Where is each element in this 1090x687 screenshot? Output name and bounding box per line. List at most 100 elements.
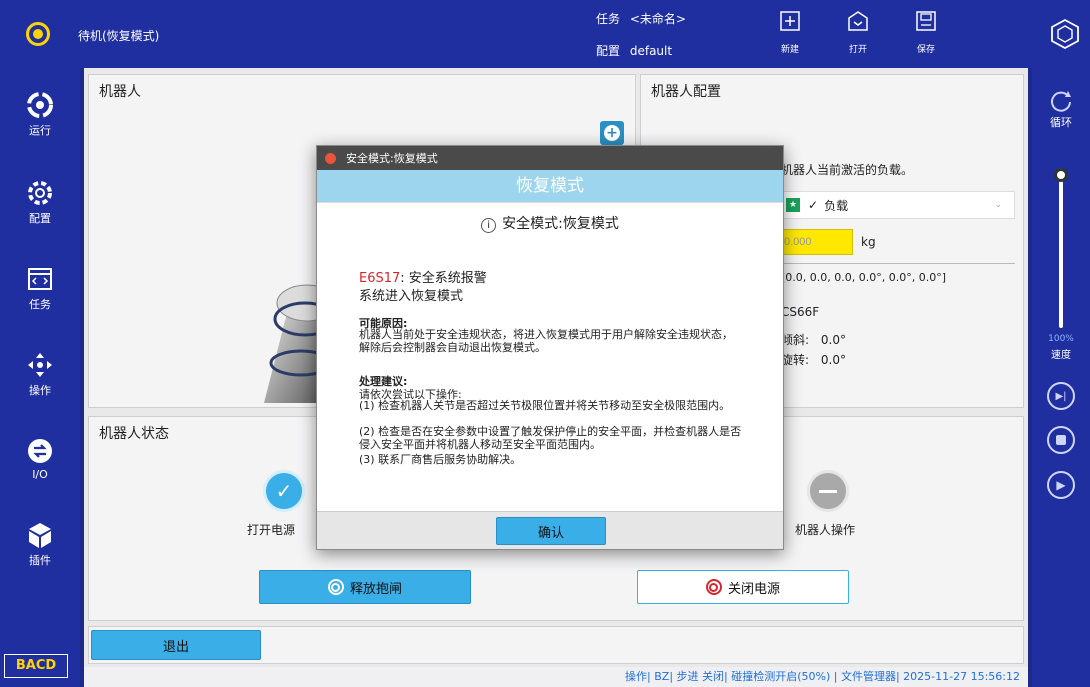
power-off-button[interactable]: 关闭电源 <box>637 570 849 604</box>
robot-model: CS66F <box>781 305 820 319</box>
new-button[interactable]: 新建 <box>768 10 812 55</box>
loop-label: 循环 <box>1050 116 1072 129</box>
exit-label: 退出 <box>162 639 189 655</box>
error-subtitle: 系统进入恢复模式 <box>359 289 464 304</box>
stop-button[interactable] <box>1032 426 1090 454</box>
release-brake-label: 释放抱闸 <box>349 581 402 597</box>
play-icon: ▶ <box>1056 478 1066 492</box>
new-button-label: 新建 <box>780 45 799 55</box>
sidebar-item-label: 任务 <box>29 298 51 311</box>
save-button-label: 保存 <box>916 45 935 55</box>
sidebar-item-label: 操作 <box>29 384 51 397</box>
sidebar-item-label: 配置 <box>29 212 51 225</box>
tilt-value: 0.0° <box>820 333 846 347</box>
release-brake-button[interactable]: 释放抱闸 <box>259 570 471 604</box>
advice-3: (3) 联系厂商售后服务协助解决。 <box>359 453 522 466</box>
speed-slider[interactable] <box>1054 168 1068 328</box>
cause-text: 机器人当前处于安全违规状态，将进入恢复模式用于用户解除安全违规状态，解除后会控制… <box>359 328 733 354</box>
power-on-check-icon[interactable]: ✓ <box>263 470 305 512</box>
robot-op-label: 机器人操作 <box>795 523 856 537</box>
config-divider <box>781 263 1015 264</box>
top-bar: 待机(恢复模式) 任务 <未命名> 配置 default 新建 打开 保存 <box>0 0 1090 68</box>
dialog-titlebar: 安全模式:恢复模式 <box>317 146 783 170</box>
sidebar-item-io[interactable]: I/O <box>0 436 80 481</box>
config-desc: 机器人当前激活的负载。 <box>781 163 914 177</box>
open-file-icon <box>848 11 868 31</box>
stop-icon <box>1056 435 1066 445</box>
config-label: 配置 <box>596 44 621 58</box>
power-on-label: 打开电源 <box>247 523 296 537</box>
confirm-label: 确认 <box>537 525 564 541</box>
play-button[interactable]: ▶ <box>1032 471 1090 499</box>
robot-panel-title: 机器人 <box>99 84 141 100</box>
dialog-banner: 恢复模式 <box>317 170 783 202</box>
dialog-window-title: 安全模式:恢复模式 <box>346 152 438 165</box>
plugin-cube-icon <box>29 523 51 548</box>
right-sidebar: 循环 100% 速度 ▶| ▶ <box>1032 68 1090 687</box>
step-button[interactable]: ▶| <box>1032 382 1090 410</box>
power-off-label: 关闭电源 <box>727 581 780 597</box>
sidebar-item-task[interactable]: 任务 <box>0 264 80 312</box>
rotate-label: 旋转: <box>781 353 810 367</box>
rotate-value: 0.0° <box>820 353 846 367</box>
sidebar-item-plugin[interactable]: 插件 <box>0 520 80 568</box>
payload-selected: 负载 <box>824 198 849 213</box>
status-bar: 操作| BZ| 步进 关闭| 碰撞检测开启(50%) | 文件管理器| 2025… <box>84 667 1028 687</box>
logo-icon <box>1051 18 1079 50</box>
speed-percent: 100% <box>1048 334 1074 344</box>
sidebar-item-run[interactable]: 运行 <box>0 90 80 138</box>
loop-button[interactable]: 循环 <box>1032 88 1090 130</box>
loop-icon <box>1051 91 1071 112</box>
new-file-icon <box>780 11 800 31</box>
confirm-button[interactable]: 确认 <box>496 517 606 545</box>
dialog-heading: i 安全模式:恢复模式 <box>317 213 783 233</box>
info-icon: i <box>481 218 497 233</box>
run-icon <box>27 92 53 118</box>
speed-slider-handle[interactable] <box>1054 168 1068 182</box>
power-off-ring-icon <box>705 579 722 595</box>
mass-unit: kg <box>861 235 876 249</box>
bacd-badge: BACD <box>4 654 68 678</box>
check-icon: ✓ <box>808 198 819 212</box>
dialog-body: i 安全模式:恢复模式 E6S17: 安全系统报警 系统进入恢复模式 可能原因: … <box>317 202 783 512</box>
payload-select[interactable]: ★ ✓ 负载 ⌄ <box>781 191 1015 219</box>
move-arrows-icon <box>28 353 52 377</box>
open-button-label: 打开 <box>848 45 867 55</box>
star-flag-icon: ★ <box>786 198 800 212</box>
task-value[interactable]: <未命名> <box>630 12 686 26</box>
add-view-button[interactable]: + <box>600 121 624 145</box>
left-sidebar: 运行 配置 任务 操作 I/O 插件 BACD <box>0 68 80 687</box>
sidebar-item-label: 插件 <box>29 554 51 567</box>
save-icon <box>916 11 936 31</box>
state-text: 待机(恢复模式) <box>78 29 160 43</box>
error-title: : 安全系统报警 <box>400 271 487 286</box>
status-bar-text[interactable]: 操作| BZ| 步进 关闭| 碰撞检测开启(50%) | 文件管理器| 2025… <box>625 670 1020 683</box>
close-icon[interactable] <box>325 152 336 164</box>
open-button[interactable]: 打开 <box>836 10 880 55</box>
config-value[interactable]: default <box>630 44 672 58</box>
center-of-mass: [0.0, 0.0, 0.0, 0.0°, 0.0°, 0.0°] <box>781 271 947 284</box>
status-panel-title: 机器人状态 <box>99 426 169 442</box>
robot-op-minus-icon[interactable] <box>807 470 849 512</box>
dialog-heading-text: 安全模式:恢复模式 <box>502 216 619 232</box>
tilt-label: 倾斜: <box>781 333 810 347</box>
sidebar-item-config[interactable]: 配置 <box>0 178 80 226</box>
sidebar-item-operate[interactable]: 操作 <box>0 350 80 398</box>
step-icon: ▶| <box>1055 390 1067 402</box>
state-indicator-icon <box>26 22 50 46</box>
plus-icon: + <box>604 125 620 141</box>
speed-label: 速度 <box>1051 350 1071 361</box>
save-button[interactable]: 保存 <box>904 10 948 55</box>
dialog-footer: 确认 <box>317 511 783 549</box>
sidebar-item-label: I/O <box>32 468 48 481</box>
io-icon <box>28 439 52 463</box>
error-code: E6S17 <box>359 271 401 286</box>
advice-1: (1) 检查机器人关节是否超过关节极限位置并将关节移动至安全极限范围内。 <box>359 399 731 412</box>
task-label: 任务 <box>596 12 621 26</box>
chevron-down-icon: ⌄ <box>994 200 1002 210</box>
task-code-icon <box>28 268 52 290</box>
config-panel-title: 机器人配置 <box>651 84 721 100</box>
mass-input[interactable] <box>781 229 853 255</box>
brake-ring-icon <box>327 579 344 595</box>
exit-button[interactable]: 退出 <box>91 630 261 660</box>
